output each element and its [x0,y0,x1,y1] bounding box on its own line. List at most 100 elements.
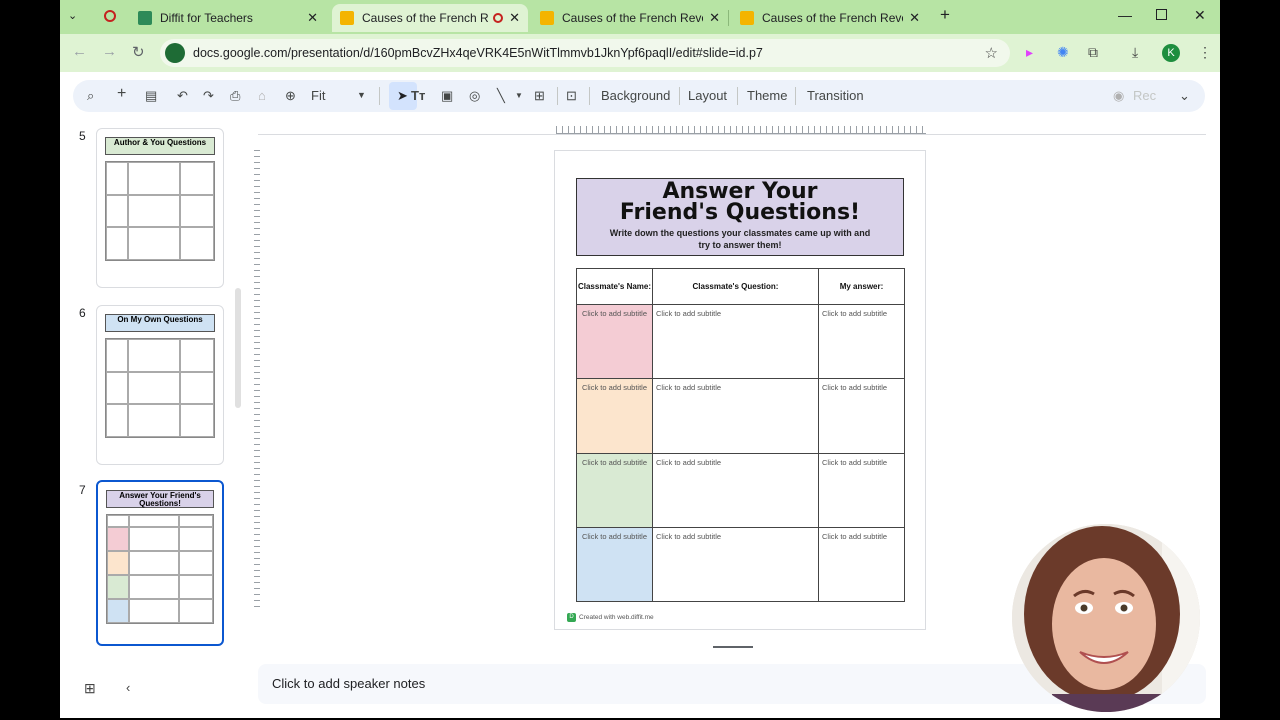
maximize-icon[interactable] [1156,9,1167,20]
back-arrow-icon[interactable]: ← [72,43,87,60]
column-header: My answer: [818,267,905,306]
zoom-icon[interactable]: ⊕ [285,88,296,104]
recording-icon[interactable] [104,10,116,22]
extension-colorful-icon[interactable]: ✺ [1057,44,1069,61]
insert-media-icon[interactable]: ⊞ [534,88,545,104]
thumbnail-title: Author & You Questions [105,137,215,155]
close-window-icon[interactable]: ✕ [1194,7,1206,24]
toolbar-divider [589,87,590,105]
tab-search-icon[interactable]: ⌄ [68,9,77,22]
comment-add-icon[interactable]: ⊡ [566,88,577,104]
profile-avatar[interactable]: K [1162,44,1180,62]
slide-number: 5 [79,129,86,143]
new-tab-plus-icon[interactable]: + [940,5,950,25]
undo-icon[interactable]: ↶ [177,88,188,104]
zoom-dropdown-icon[interactable]: ▼ [357,90,366,100]
name-cell[interactable]: Click to add subtitle [576,304,653,380]
question-cell[interactable]: Click to add subtitle [652,526,819,603]
redo-icon[interactable]: ↷ [203,88,214,104]
horizontal-ruler[interactable] [556,126,926,134]
thumbnail-table [106,514,214,624]
slide-subtitle: Write down the questions your classmates… [609,228,871,250]
question-cell[interactable]: Click to add subtitle [652,452,819,528]
tab-french-revolution-2[interactable]: Causes of the French Revolution ✕ [532,4,728,32]
text-box-icon[interactable]: Tт [411,88,425,103]
tab-diffit[interactable]: Diffit for Teachers ✕ [130,4,326,32]
line-icon[interactable]: ╲ [497,88,505,104]
answer-cell[interactable]: Click to add subtitle [818,304,905,380]
new-slide-plus-icon[interactable]: + [117,85,126,103]
chevron-down-icon[interactable]: ⌄ [1179,88,1190,104]
slide-page[interactable]: Answer Your Friend's Questions! Write do… [554,150,926,630]
zoom-select[interactable]: Fit [311,88,325,103]
footer-text: Created with web.diffit.me [579,614,654,621]
toolbar-divider [795,87,796,105]
question-cell[interactable]: Click to add subtitle [652,304,819,380]
url-bar[interactable]: docs.google.com/presentation/d/160pmBcvZ… [160,39,1010,67]
slide-number: 7 [79,483,86,497]
extensions-puzzle-icon[interactable]: ⧉ [1088,44,1098,61]
answer-cell[interactable]: Click to add subtitle [818,526,905,603]
rec-icon[interactable]: ◉ [1113,88,1124,104]
grid-view-icon[interactable]: ⊞ [84,680,96,697]
minimize-icon[interactable]: — [1118,7,1132,23]
search-menus-icon[interactable]: ⌕ [87,88,94,104]
slide-thumbnail-6[interactable]: On My Own Questions [96,305,224,465]
notes-resize-handle[interactable] [713,646,753,648]
collapse-filmstrip-chevron-icon[interactable]: ‹ [126,680,130,695]
layout-button[interactable]: Layout [688,88,727,103]
reload-icon[interactable]: ↻ [132,43,145,61]
tab-french-revolution-3[interactable]: Causes of the French Revolution ✕ [732,4,928,32]
filmstrip-scrollbar[interactable] [235,288,241,408]
shape-icon[interactable]: ◎ [469,88,480,104]
tab-french-revolution-active[interactable]: Causes of the French Revolu ✕ [332,4,528,32]
slide-thumbnail-7[interactable]: Answer Your Friend's Questions! [96,480,224,646]
diffit-favicon-icon [138,11,152,25]
line-dropdown-icon[interactable]: ▼ [515,91,523,100]
column-header: Classmate's Question: [652,267,819,306]
close-icon[interactable]: ✕ [709,10,720,26]
slide-filmstrip: 5 Author & You Questions 6 On My Own Que… [60,118,242,658]
name-cell[interactable]: Click to add subtitle [576,452,653,528]
tab-strip: ⌄ Diffit for Teachers ✕ Causes of the Fr… [60,0,1220,34]
forward-arrow-icon[interactable]: → [102,43,117,60]
close-icon[interactable]: ✕ [307,10,318,26]
slides-favicon-icon [740,11,754,25]
answer-cell[interactable]: Click to add subtitle [818,378,905,454]
address-bar: ← → ↻ docs.google.com/presentation/d/160… [60,34,1220,72]
download-icon[interactable]: ⤓ [1132,44,1138,61]
background-button[interactable]: Background [601,88,670,103]
url-text: docs.google.com/presentation/d/160pmBcvZ… [193,46,763,60]
name-cell[interactable]: Click to add subtitle [576,526,653,603]
table-row: Click to add subtitle Click to add subti… [576,378,905,454]
diffit-logo-icon: D [567,613,576,622]
toolbar-divider [679,87,680,105]
menu-kebab-icon[interactable]: ⋮ [1198,44,1212,61]
print-icon[interactable]: ⎙ [230,88,240,104]
toolbar-divider [557,87,558,105]
bookmark-star-icon[interactable]: ☆ [985,44,998,62]
select-cursor-icon[interactable]: ➤ [397,88,408,104]
close-icon[interactable]: ✕ [909,10,920,26]
webcam-bubble[interactable] [1012,524,1200,712]
paint-format-icon[interactable]: ⌂ [258,88,266,103]
vertical-ruler[interactable] [254,150,260,610]
slide-layout-icon[interactable]: ▤ [145,88,157,104]
thumbnail-table [105,161,215,261]
close-icon[interactable]: ✕ [509,10,520,26]
question-cell[interactable]: Click to add subtitle [652,378,819,454]
title-box[interactable]: Answer Your Friend's Questions! Write do… [576,178,904,256]
slide-number: 6 [79,306,86,320]
toolbar-divider [379,87,380,105]
transition-button[interactable]: Transition [807,88,864,103]
extension-pink-icon[interactable]: ▸ [1026,44,1033,61]
image-icon[interactable]: ▣ [441,88,453,104]
name-cell[interactable]: Click to add subtitle [576,378,653,454]
theme-button[interactable]: Theme [747,88,787,103]
slide-thumbnail-5[interactable]: Author & You Questions [96,128,224,288]
answer-cell[interactable]: Click to add subtitle [818,452,905,528]
table-row: Click to add subtitle Click to add subti… [576,526,905,603]
site-info-icon[interactable] [165,43,185,63]
presenter-video-image [1012,524,1200,712]
rec-button[interactable]: Rec [1133,88,1156,103]
